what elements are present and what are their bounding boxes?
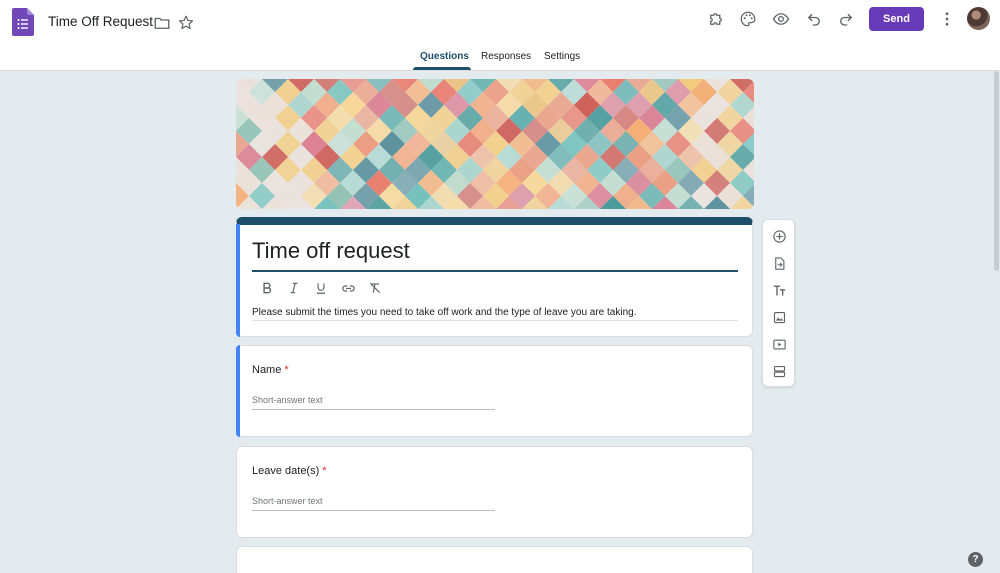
send-button[interactable]: Send (869, 7, 924, 31)
add-section-icon[interactable] (770, 362, 788, 380)
header-banner-image (236, 79, 754, 209)
add-image-icon[interactable] (770, 308, 788, 326)
floating-question-toolbar (762, 219, 795, 387)
tab-questions[interactable]: Questions (420, 51, 469, 62)
import-questions-icon[interactable] (770, 254, 788, 272)
add-question-icon[interactable] (770, 227, 788, 245)
add-video-icon[interactable] (770, 335, 788, 353)
scroll-thumb[interactable] (994, 71, 999, 271)
app-header: Time Off Request Send Questions Response… (0, 0, 1000, 71)
tab-responses[interactable]: Responses (481, 51, 531, 62)
text-format-toolbar (258, 279, 384, 299)
bold-icon[interactable] (258, 279, 276, 297)
undo-icon[interactable] (804, 9, 824, 29)
required-asterisk: * (322, 465, 327, 477)
question-label: Leave date(s) * (252, 465, 327, 477)
italic-icon[interactable] (285, 279, 303, 297)
add-title-icon[interactable] (770, 281, 788, 299)
tab-settings[interactable]: Settings (544, 51, 580, 62)
short-answer-placeholder: Short-answer text (252, 395, 323, 405)
selected-card-indicator (236, 345, 240, 437)
preview-eye-icon[interactable] (771, 9, 791, 29)
more-vert-icon[interactable] (937, 9, 957, 29)
answer-underline (252, 510, 495, 511)
answer-underline (252, 409, 495, 410)
selected-card-indicator (236, 224, 240, 337)
question-card-leave-dates[interactable]: Leave date(s) * Short-answer text (236, 446, 753, 538)
page-scrollbar[interactable] (992, 71, 1000, 573)
required-asterisk: * (284, 364, 289, 376)
link-icon[interactable] (339, 279, 357, 297)
form-tabs: Questions Responses Settings (0, 50, 1000, 70)
underline-icon[interactable] (312, 279, 330, 297)
question-card-name[interactable]: Name * Short-answer text (236, 345, 753, 437)
help-icon[interactable]: ? (968, 552, 983, 567)
form-title[interactable]: Time off request (252, 238, 410, 264)
folder-icon[interactable] (152, 13, 172, 33)
short-answer-placeholder: Short-answer text (252, 496, 323, 506)
addon-puzzle-icon[interactable] (706, 9, 726, 29)
document-title[interactable]: Time Off Request (48, 14, 153, 29)
account-avatar[interactable] (967, 7, 990, 30)
question-label: Name * (252, 364, 289, 376)
redo-icon[interactable] (836, 9, 856, 29)
question-card-next[interactable] (236, 546, 753, 573)
palette-icon[interactable] (738, 9, 758, 29)
star-icon[interactable] (176, 13, 196, 33)
forms-app-icon[interactable] (12, 8, 34, 36)
description-underline (252, 320, 738, 321)
clear-format-icon[interactable] (366, 279, 384, 297)
title-underline (252, 270, 738, 272)
form-title-card[interactable]: Time off request Please submit the times… (236, 217, 753, 337)
form-description[interactable]: Please submit the times you need to take… (252, 307, 637, 318)
active-tab-indicator (413, 67, 471, 70)
